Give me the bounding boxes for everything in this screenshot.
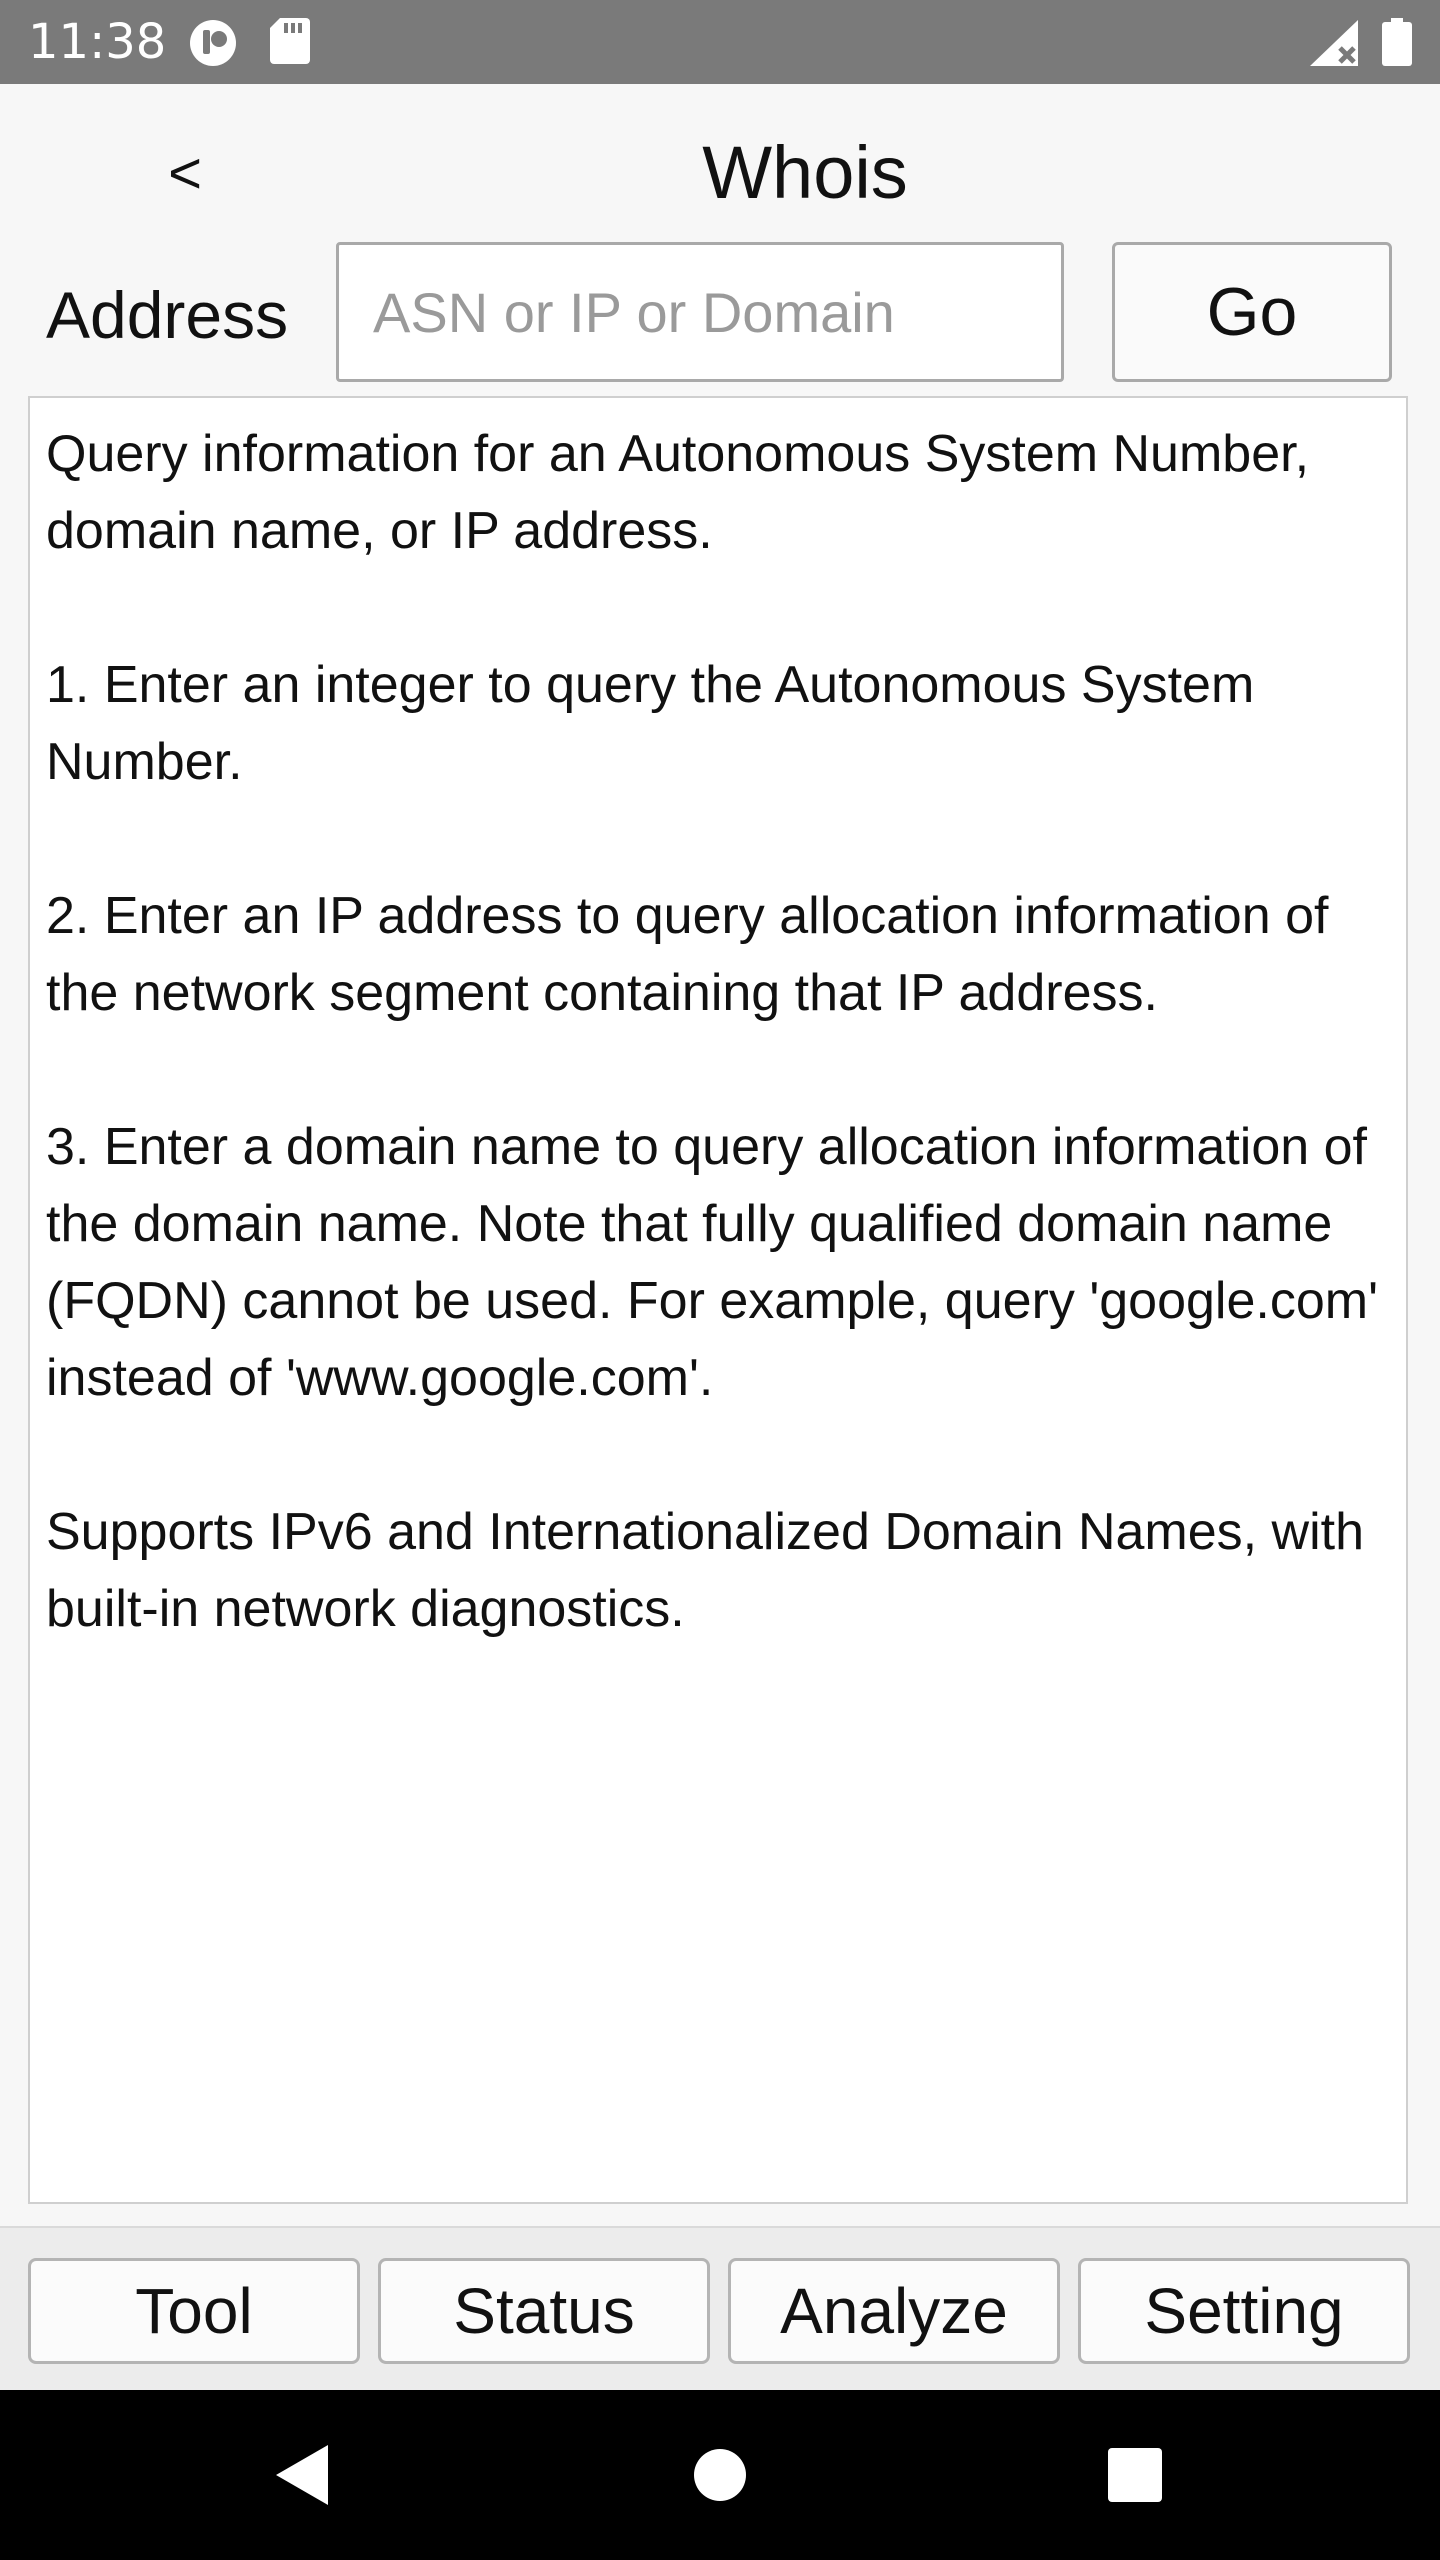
status-bar: 11:38 (0, 0, 1440, 84)
whois-screen: < Whois Address Go Query information for… (0, 84, 1440, 2390)
nav-recents-icon[interactable] (1090, 2430, 1180, 2520)
info-text: Query information for an Autonomous Syst… (46, 425, 1379, 1638)
tab-analyze[interactable]: Analyze (728, 2258, 1060, 2364)
sd-card-icon (270, 18, 310, 69)
signal-icon (1310, 20, 1360, 71)
battery-icon (1382, 18, 1412, 71)
notification-icon (188, 18, 238, 73)
nav-home-icon[interactable] (675, 2430, 765, 2520)
bottom-tab-bar: Tool Status Analyze Setting (0, 2226, 1440, 2390)
page-title: Whois (702, 131, 908, 214)
go-button[interactable]: Go (1112, 242, 1392, 382)
tab-setting[interactable]: Setting (1078, 2258, 1410, 2364)
tab-status[interactable]: Status (378, 2258, 710, 2364)
tab-tool[interactable]: Tool (28, 2258, 360, 2364)
info-panel[interactable]: Query information for an Autonomous Syst… (28, 396, 1408, 2204)
nav-back-icon[interactable] (258, 2430, 348, 2520)
address-label: Address (46, 278, 289, 352)
system-nav-bar (0, 2390, 1440, 2560)
status-time: 11:38 (28, 14, 167, 70)
address-input[interactable] (336, 242, 1064, 382)
